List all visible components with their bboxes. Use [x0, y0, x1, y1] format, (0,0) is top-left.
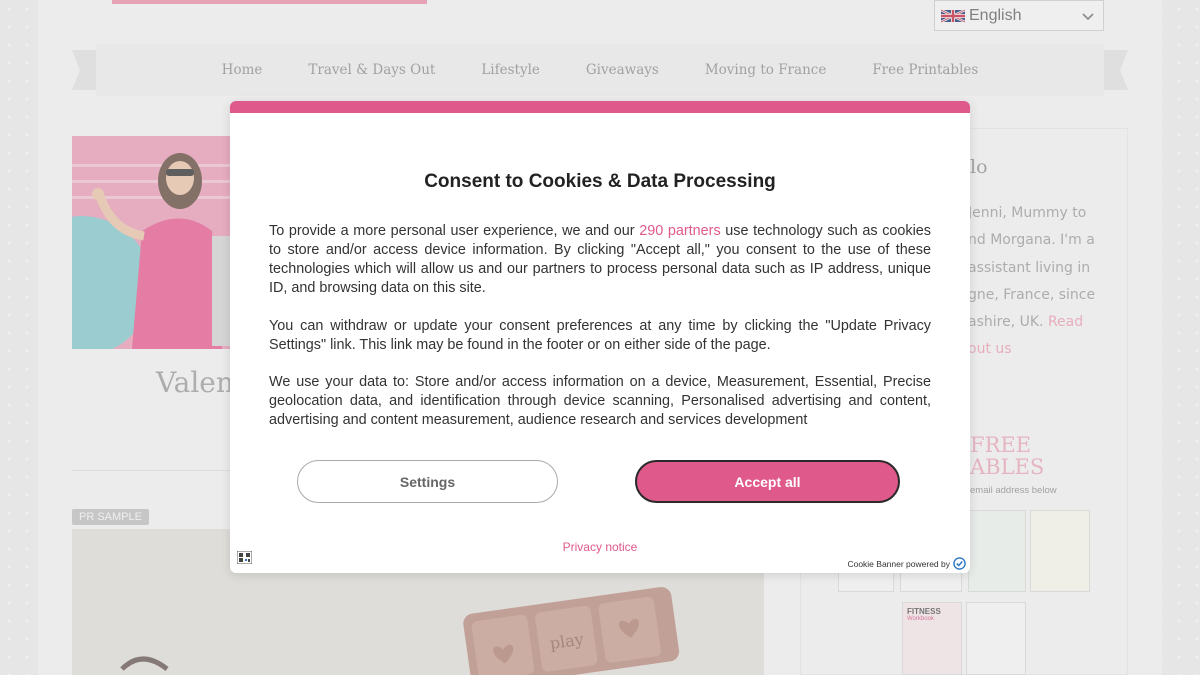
- consent-paragraph-3: We use your data to: Store and/or access…: [269, 374, 931, 428]
- partners-link[interactable]: 290 partners: [639, 223, 720, 239]
- privacy-notice-link[interactable]: Privacy notice: [230, 540, 970, 554]
- dialog-title: Consent to Cookies & Data Processing: [424, 171, 776, 192]
- cookie-consent-dialog: Consent to Cookies & Data Processing To …: [230, 101, 970, 573]
- consent-paragraph-1: To provide a more personal user experien…: [269, 223, 931, 296]
- check-shield-icon: [953, 557, 966, 570]
- dialog-accent-bar: [230, 101, 970, 113]
- consent-paragraph-2: You can withdraw or update your consent …: [269, 317, 931, 353]
- qr-code-icon: [237, 551, 252, 564]
- settings-button[interactable]: Settings: [297, 460, 558, 503]
- powered-by[interactable]: Cookie Banner powered by: [847, 557, 966, 570]
- accept-all-button[interactable]: Accept all: [635, 460, 900, 503]
- dialog-body: To provide a more personal user experien…: [269, 222, 931, 449]
- powered-by-label: Cookie Banner powered by: [847, 558, 950, 569]
